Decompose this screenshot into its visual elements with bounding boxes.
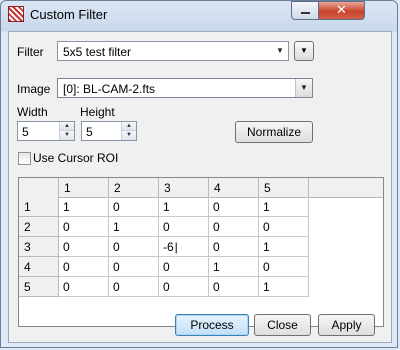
column-header: 4: [209, 178, 259, 197]
filter-select[interactable]: 5x5 test filter ▼: [57, 41, 289, 61]
row-header: 2: [19, 217, 59, 237]
chevron-down-icon: ▼: [276, 46, 284, 55]
kernel-cell[interactable]: 0: [259, 257, 309, 277]
kernel-cell[interactable]: 0: [159, 257, 209, 277]
width-stepper[interactable]: 5 ▲ ▼: [17, 121, 75, 141]
image-select[interactable]: [0]: BL-CAM-2.fts ▼: [57, 78, 313, 98]
close-button[interactable]: Close: [254, 314, 311, 336]
kernel-grid: 1 2 3 4 5 1 1 0 1 0 1 2 0 1 0 0 0 3 0 0 …: [18, 177, 384, 327]
row-header: 1: [19, 197, 59, 217]
kernel-cell[interactable]: 0: [259, 217, 309, 237]
kernel-cell[interactable]: 0: [59, 217, 109, 237]
kernel-cell[interactable]: 0: [109, 257, 159, 277]
spin-down-icon[interactable]: ▼: [60, 131, 74, 140]
grid-header: 1 2 3 4 5: [19, 178, 383, 198]
kernel-cell[interactable]: 0: [109, 197, 159, 217]
row-header: 3: [19, 237, 59, 257]
kernel-cell[interactable]: 0: [209, 237, 259, 257]
kernel-cell[interactable]: 0: [59, 257, 109, 277]
row-header: 5: [19, 277, 59, 297]
height-stepper[interactable]: 5 ▲ ▼: [81, 121, 137, 141]
app-icon: [8, 6, 24, 22]
kernel-cell[interactable]: 1: [59, 197, 109, 217]
close-window-button[interactable]: ✕: [318, 1, 365, 20]
spin-down-icon[interactable]: ▼: [122, 131, 136, 140]
kernel-cell[interactable]: 0: [159, 217, 209, 237]
kernel-cell-value: -6: [163, 240, 174, 254]
kernel-cell[interactable]: 1: [259, 237, 309, 257]
spin-up-icon[interactable]: ▲: [122, 122, 136, 131]
text-caret: [174, 240, 178, 254]
column-header: 2: [109, 178, 159, 197]
image-select-value: [0]: BL-CAM-2.fts: [63, 82, 156, 96]
column-header: 3: [159, 178, 209, 197]
kernel-cell[interactable]: 1: [109, 217, 159, 237]
kernel-cell[interactable]: -6: [159, 237, 209, 257]
custom-filter-dialog: Custom Filter ✕ Filter 5x5 test filter ▼…: [0, 0, 398, 348]
window-title: Custom Filter: [30, 7, 108, 22]
kernel-cell[interactable]: 1: [209, 257, 259, 277]
kernel-cell[interactable]: 0: [209, 197, 259, 217]
title-bar[interactable]: Custom Filter ✕: [1, 1, 397, 31]
filter-label: Filter: [17, 45, 44, 59]
kernel-cell[interactable]: 1: [259, 277, 309, 297]
use-cursor-roi-checkbox[interactable]: [18, 152, 31, 165]
kernel-cell[interactable]: 0: [209, 277, 259, 297]
chevron-down-icon: ▼: [300, 46, 308, 55]
kernel-cell[interactable]: 0: [109, 277, 159, 297]
filter-menu-button[interactable]: ▼: [294, 41, 314, 61]
width-spin-buttons: ▲ ▼: [59, 122, 74, 140]
chevron-down-icon: ▼: [295, 79, 312, 97]
kernel-cell[interactable]: 0: [209, 217, 259, 237]
normalize-button[interactable]: Normalize: [235, 121, 313, 143]
height-value: 5: [86, 125, 93, 139]
kernel-cell[interactable]: 0: [59, 237, 109, 257]
image-label: Image: [17, 82, 51, 96]
kernel-cell[interactable]: 1: [259, 197, 309, 217]
apply-button[interactable]: Apply: [318, 314, 375, 336]
minimize-button[interactable]: [291, 1, 319, 20]
column-header: 5: [259, 178, 309, 197]
dialog-body: Filter 5x5 test filter ▼ ▼ Image [0]: BL…: [8, 31, 392, 343]
use-cursor-roi-label: Use Cursor ROI: [33, 151, 119, 165]
kernel-cell[interactable]: 0: [159, 277, 209, 297]
kernel-cell[interactable]: 1: [159, 197, 209, 217]
width-label: Width: [17, 105, 48, 119]
height-spin-buttons: ▲ ▼: [121, 122, 136, 140]
width-value: 5: [22, 125, 29, 139]
row-header: 4: [19, 257, 59, 277]
filter-select-value: 5x5 test filter: [63, 45, 132, 59]
kernel-cell[interactable]: 0: [109, 237, 159, 257]
column-header: 1: [59, 178, 109, 197]
height-label: Height: [80, 105, 115, 119]
spin-up-icon[interactable]: ▲: [60, 122, 74, 131]
kernel-cell[interactable]: 0: [59, 277, 109, 297]
process-button[interactable]: Process: [175, 314, 249, 336]
grid-corner: [19, 178, 59, 197]
